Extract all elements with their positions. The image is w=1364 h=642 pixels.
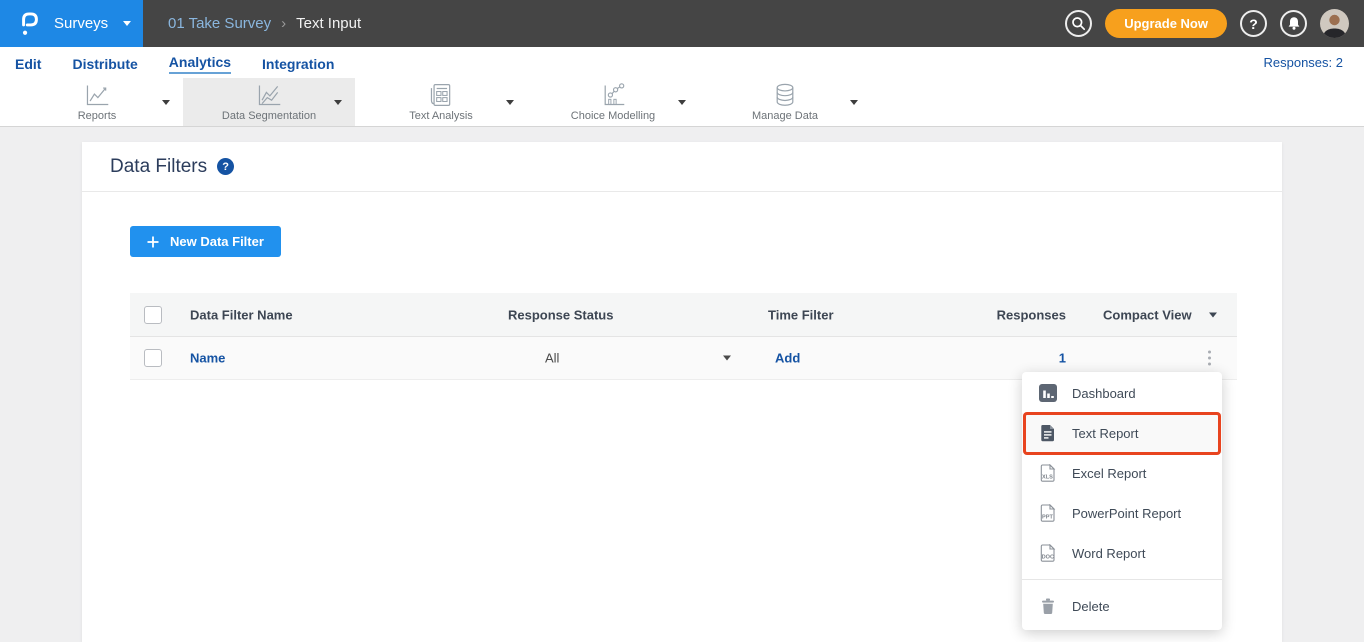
responses-value-link[interactable]: 1 xyxy=(950,351,1066,366)
row-actions-context-menu: Dashboard Text Report XLS Excel Report xyxy=(1022,372,1222,630)
menu-divider xyxy=(1022,579,1222,580)
card-header: Data Filters ? xyxy=(82,142,1282,192)
upgrade-now-button[interactable]: Upgrade Now xyxy=(1105,9,1227,38)
line-chart-icon xyxy=(80,82,114,108)
response-status-value: All xyxy=(545,351,559,366)
survey-nav-tabs: Edit Distribute Analytics Integration Re… xyxy=(0,47,1364,78)
column-header-responses: Responses xyxy=(950,307,1066,322)
app-screen: Surveys 01 Take Survey › Text Input Upgr… xyxy=(0,0,1364,642)
tab-integration[interactable]: Integration xyxy=(262,54,334,72)
time-filter-add-link[interactable]: Add xyxy=(775,351,800,366)
menu-item-label: Dashboard xyxy=(1072,386,1136,401)
column-header-time-filter: Time Filter xyxy=(768,307,834,322)
page-title: Data Filters xyxy=(110,156,207,178)
product-label: Surveys xyxy=(54,15,108,32)
compact-view-selector[interactable]: Compact View xyxy=(1103,307,1217,322)
chevron-down-icon[interactable] xyxy=(334,100,342,105)
avatar-photo xyxy=(1320,9,1349,38)
help-button[interactable]: ? xyxy=(1240,10,1267,37)
dashboard-icon xyxy=(1039,384,1057,402)
chevron-down-icon[interactable] xyxy=(850,100,858,105)
toolbar-item-data-segmentation[interactable]: Data Segmentation xyxy=(183,78,355,126)
toolbar-item-label: Manage Data xyxy=(752,110,818,122)
menu-item-word-report[interactable]: DOC Word Report xyxy=(1022,533,1222,573)
xls-file-icon: XLS xyxy=(1039,464,1057,482)
data-filters-help-icon[interactable]: ? xyxy=(217,158,234,175)
search-button[interactable] xyxy=(1065,10,1092,37)
bell-icon xyxy=(1287,16,1301,31)
product-switcher[interactable]: Surveys xyxy=(0,0,143,47)
toolbar-item-text-analysis[interactable]: Text Analysis xyxy=(355,78,527,126)
breadcrumb-current-page: Text Input xyxy=(296,15,361,32)
scatter-chart-icon xyxy=(596,82,630,108)
new-data-filter-button[interactable]: New Data Filter xyxy=(130,226,281,257)
search-icon xyxy=(1071,16,1086,31)
new-data-filter-label: New Data Filter xyxy=(170,234,264,249)
chevron-down-icon xyxy=(123,21,131,26)
table-header-row: Data Filter Name Response Status Time Fi… xyxy=(130,293,1237,337)
menu-item-delete[interactable]: Delete xyxy=(1022,586,1222,626)
menu-item-label: Delete xyxy=(1072,599,1110,614)
trash-icon xyxy=(1039,597,1057,615)
chevron-down-icon xyxy=(1209,312,1217,317)
chevron-down-icon[interactable] xyxy=(162,100,170,105)
toolbar-item-label: Data Segmentation xyxy=(222,110,316,122)
breadcrumb-separator: › xyxy=(281,15,286,32)
ppt-badge: PPT xyxy=(1042,515,1053,521)
menu-item-dashboard[interactable]: Dashboard xyxy=(1022,373,1222,413)
menu-item-label: PowerPoint Report xyxy=(1072,506,1181,521)
toolbar-item-manage-data[interactable]: Manage Data xyxy=(699,78,871,126)
responses-count: Responses: 2 xyxy=(1264,55,1344,70)
menu-item-label: Word Report xyxy=(1072,546,1145,561)
question-mark-icon: ? xyxy=(1249,16,1258,32)
toolbar-item-label: Text Analysis xyxy=(409,110,473,122)
tab-analytics[interactable]: Analytics xyxy=(169,52,231,74)
menu-item-text-report[interactable]: Text Report xyxy=(1022,413,1222,453)
menu-item-powerpoint-report[interactable]: PPT PowerPoint Report xyxy=(1022,493,1222,533)
xls-badge: XLS xyxy=(1042,475,1053,481)
menu-item-excel-report[interactable]: XLS Excel Report xyxy=(1022,453,1222,493)
row-checkbox[interactable] xyxy=(144,349,162,367)
chevron-down-icon[interactable] xyxy=(678,100,686,105)
text-report-icon xyxy=(1039,424,1057,442)
menu-item-label: Excel Report xyxy=(1072,466,1146,481)
user-avatar[interactable] xyxy=(1320,9,1349,38)
document-grid-icon xyxy=(424,82,458,108)
multi-line-chart-icon xyxy=(252,82,286,108)
toolbar-item-reports[interactable]: Reports xyxy=(11,78,183,126)
topbar-actions: Upgrade Now ? xyxy=(1065,9,1349,38)
row-actions-kebab-menu[interactable] xyxy=(1202,347,1217,370)
column-header-response-status: Response Status xyxy=(508,307,613,322)
column-header-name: Data Filter Name xyxy=(190,307,293,322)
questionpro-logo-icon xyxy=(19,10,41,38)
toolbar-item-choice-modelling[interactable]: Choice Modelling xyxy=(527,78,699,126)
tab-distribute[interactable]: Distribute xyxy=(72,54,137,72)
tab-edit[interactable]: Edit xyxy=(15,54,41,72)
breadcrumb: 01 Take Survey › Text Input xyxy=(168,15,361,32)
data-filters-table: Data Filter Name Response Status Time Fi… xyxy=(130,293,1237,380)
breadcrumb-survey-link[interactable]: 01 Take Survey xyxy=(168,15,271,32)
analytics-toolbar: Reports Data Segmentation xyxy=(0,78,1364,127)
doc-file-icon: DOC xyxy=(1039,544,1057,562)
notifications-button[interactable] xyxy=(1280,10,1307,37)
menu-item-label: Text Report xyxy=(1072,426,1138,441)
doc-badge: DOC xyxy=(1042,555,1054,561)
ppt-file-icon: PPT xyxy=(1039,504,1057,522)
toolbar-item-label: Choice Modelling xyxy=(571,110,655,122)
chevron-down-icon[interactable] xyxy=(506,100,514,105)
toolbar-item-label: Reports xyxy=(78,110,117,122)
filter-name-link[interactable]: Name xyxy=(190,351,225,366)
plus-icon xyxy=(147,236,159,248)
topbar: Surveys 01 Take Survey › Text Input Upgr… xyxy=(0,0,1364,47)
database-icon xyxy=(770,82,800,108)
select-all-checkbox[interactable] xyxy=(144,306,162,324)
chevron-down-icon xyxy=(723,356,731,361)
response-status-dropdown[interactable]: All xyxy=(545,351,731,366)
compact-view-label: Compact View xyxy=(1103,307,1192,322)
